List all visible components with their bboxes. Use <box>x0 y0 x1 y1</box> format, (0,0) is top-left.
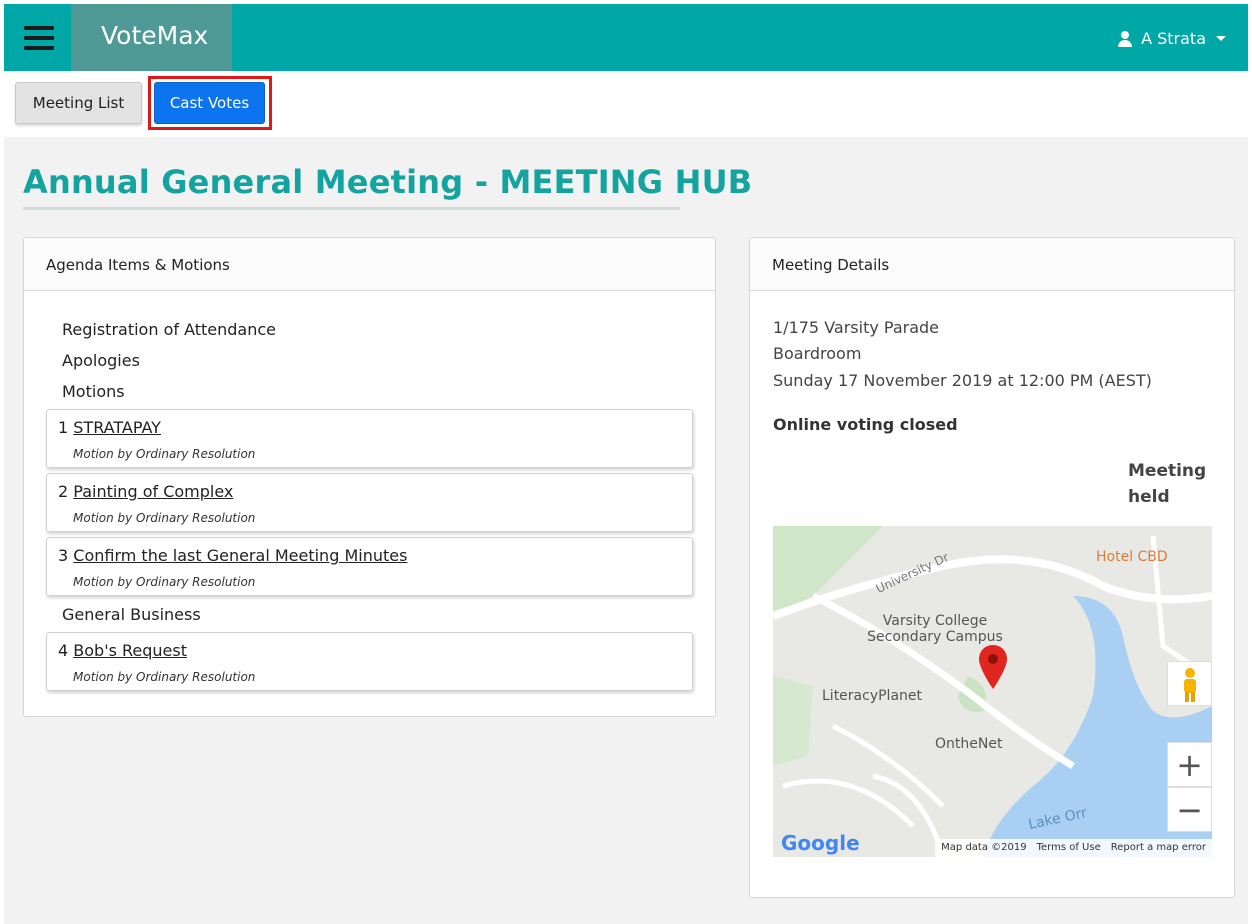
top-navbar: VoteMax A Strata <box>4 4 1248 71</box>
zoom-in-button[interactable]: + <box>1167 742 1212 787</box>
chevron-down-icon <box>1216 36 1226 41</box>
motion-title: 2 Painting of Complex <box>58 482 233 501</box>
motion-card[interactable]: 2 Painting of Complex Motion by Ordinary… <box>46 473 693 532</box>
meeting-status: Meeting held <box>1128 461 1207 507</box>
location-pin-icon[interactable] <box>979 645 1007 689</box>
action-toolbar: Meeting List Cast Votes <box>4 71 1248 137</box>
map-data-attribution: Map data ©2019 <box>941 842 1027 853</box>
user-menu[interactable]: A Strata <box>1117 29 1226 48</box>
motion-number: 4 <box>58 641 74 660</box>
motion-card[interactable]: 1 STRATAPAY Motion by Ordinary Resolutio… <box>46 409 693 468</box>
page-title: Annual General Meeting - MEETING HUB <box>23 163 753 201</box>
motion-type: Motion by Ordinary Resolution <box>73 511 256 525</box>
meeting-address: 1/175 Varsity Parade <box>773 318 940 337</box>
title-underline <box>23 207 680 210</box>
motion-number: 1 <box>58 418 74 437</box>
map-label-literacyplanet: LiteracyPlanet <box>822 688 922 704</box>
brand-box[interactable]: VoteMax <box>71 4 232 71</box>
google-logo: Google <box>781 831 860 855</box>
hamburger-menu-icon[interactable] <box>24 26 54 50</box>
motion-title: 3 Confirm the last General Meeting Minut… <box>58 546 407 565</box>
cast-votes-button[interactable]: Cast Votes <box>154 82 265 124</box>
motion-link[interactable]: Bob's Request <box>73 641 187 660</box>
map-label-onthenet: OntheNet <box>935 736 1003 752</box>
brand-name[interactable]: VoteMax <box>101 21 208 50</box>
agenda-item-registration: Registration of Attendance <box>62 320 277 339</box>
motion-link[interactable]: Painting of Complex <box>73 482 233 501</box>
motion-number: 2 <box>58 482 74 501</box>
agenda-item-general-business: General Business <box>62 605 201 624</box>
user-icon <box>1117 30 1133 47</box>
agenda-card: Agenda Items & Motions Registration of A… <box>23 237 716 717</box>
main-content: Annual General Meeting - MEETING HUB Age… <box>4 137 1248 924</box>
zoom-out-button[interactable]: − <box>1167 787 1212 832</box>
agenda-item-apologies: Apologies <box>62 351 140 370</box>
street-view-pegman-icon[interactable] <box>1167 661 1212 706</box>
motion-title: 4 Bob's Request <box>58 641 187 660</box>
user-name: A Strata <box>1141 29 1206 48</box>
voting-status: Online voting closed <box>773 415 958 434</box>
terms-of-use-link[interactable]: Terms of Use <box>1037 842 1101 854</box>
meeting-details-card: Meeting Details 1/175 Varsity Parade Boa… <box>749 237 1235 898</box>
motion-type: Motion by Ordinary Resolution <box>73 575 256 589</box>
motion-link[interactable]: Confirm the last General Meeting Minutes <box>73 546 407 565</box>
details-card-header: Meeting Details <box>750 238 1234 291</box>
map-label-hotel: Hotel CBD <box>1096 549 1168 565</box>
location-map[interactable]: University Dr Hotel CBD Varsity College … <box>773 526 1212 857</box>
map-footer: Map data ©2019 Terms of Use Report a map… <box>935 839 1212 857</box>
motion-type: Motion by Ordinary Resolution <box>73 670 256 684</box>
report-map-error-link[interactable]: Report a map error <box>1111 842 1206 854</box>
meeting-list-button[interactable]: Meeting List <box>15 82 142 124</box>
motion-card[interactable]: 4 Bob's Request Motion by Ordinary Resol… <box>46 632 693 691</box>
map-label-college: Varsity College Secondary Campus <box>867 613 1003 645</box>
agenda-card-header: Agenda Items & Motions <box>24 238 715 291</box>
motion-number: 3 <box>58 546 74 565</box>
google-logo-text: Google <box>781 831 860 855</box>
motion-type: Motion by Ordinary Resolution <box>73 447 256 461</box>
motion-title: 1 STRATAPAY <box>58 418 161 437</box>
meeting-datetime: Sunday 17 November 2019 at 12:00 PM (AES… <box>773 371 1152 390</box>
motion-link[interactable]: STRATAPAY <box>73 418 161 437</box>
agenda-item-motions: Motions <box>62 382 125 401</box>
motion-card[interactable]: 3 Confirm the last General Meeting Minut… <box>46 537 693 596</box>
meeting-room: Boardroom <box>773 344 862 363</box>
